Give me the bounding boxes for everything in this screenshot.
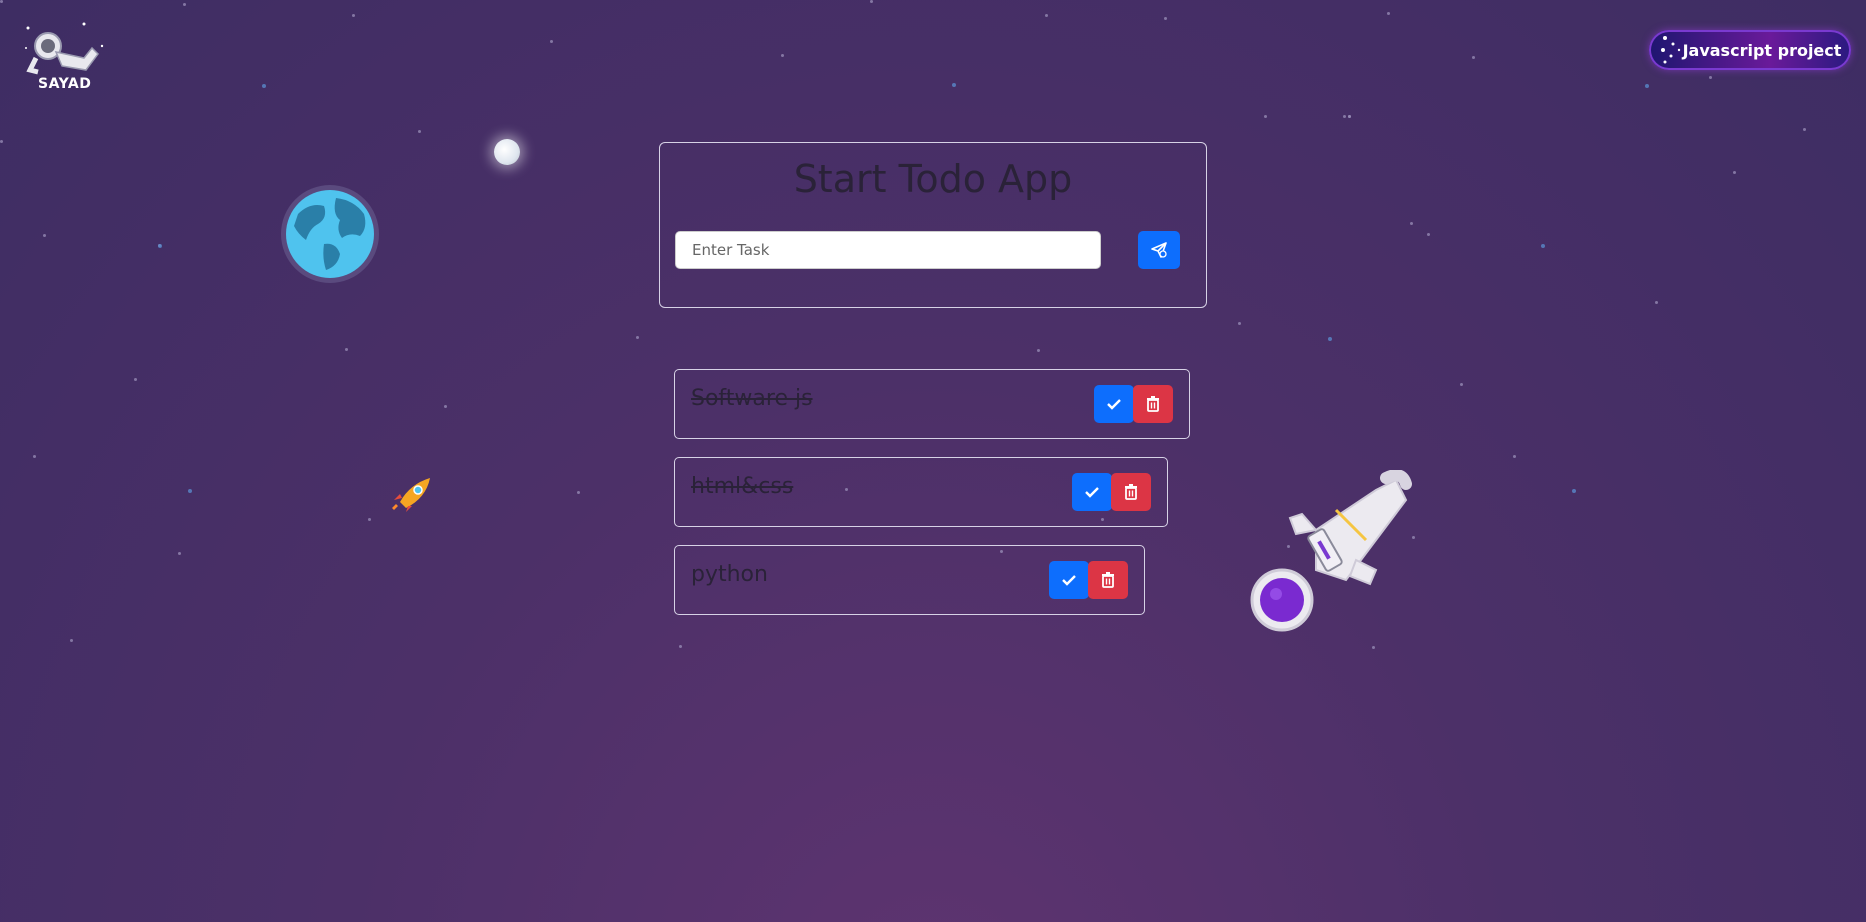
rocket-icon (392, 478, 430, 512)
javascript-project-label: Javascript project (1682, 40, 1842, 60)
astronaut-icon (1250, 470, 1412, 632)
send-icon (1151, 242, 1167, 258)
task-item: python (674, 545, 1145, 615)
check-icon (1085, 487, 1099, 498)
task-text: python (691, 562, 768, 587)
complete-task-button[interactable] (1094, 385, 1134, 423)
task-text: Software js (691, 386, 813, 411)
trash-icon (1147, 396, 1159, 412)
complete-task-button[interactable] (1072, 473, 1112, 511)
check-icon (1107, 399, 1121, 410)
moon-icon (494, 139, 520, 165)
todo-input-card: Start Todo App (659, 142, 1207, 308)
javascript-project-button[interactable]: Javascript project (1649, 30, 1851, 70)
complete-task-button[interactable] (1049, 561, 1089, 599)
task-item: Software js (674, 369, 1190, 439)
trash-icon (1102, 572, 1114, 588)
delete-task-button[interactable] (1111, 473, 1151, 511)
logo-text: SAYAD (38, 76, 92, 92)
delete-task-button[interactable] (1088, 561, 1128, 599)
task-input[interactable] (675, 231, 1101, 269)
check-icon (1062, 575, 1076, 586)
add-task-button[interactable] (1138, 231, 1180, 269)
task-text: html&css (691, 474, 794, 499)
sparkle-icon (1661, 36, 1681, 64)
page-title: Start Todo App (793, 157, 1073, 201)
task-item: html&css (674, 457, 1168, 527)
delete-task-button[interactable] (1133, 385, 1173, 423)
earth-icon (281, 185, 379, 283)
trash-icon (1125, 484, 1137, 500)
